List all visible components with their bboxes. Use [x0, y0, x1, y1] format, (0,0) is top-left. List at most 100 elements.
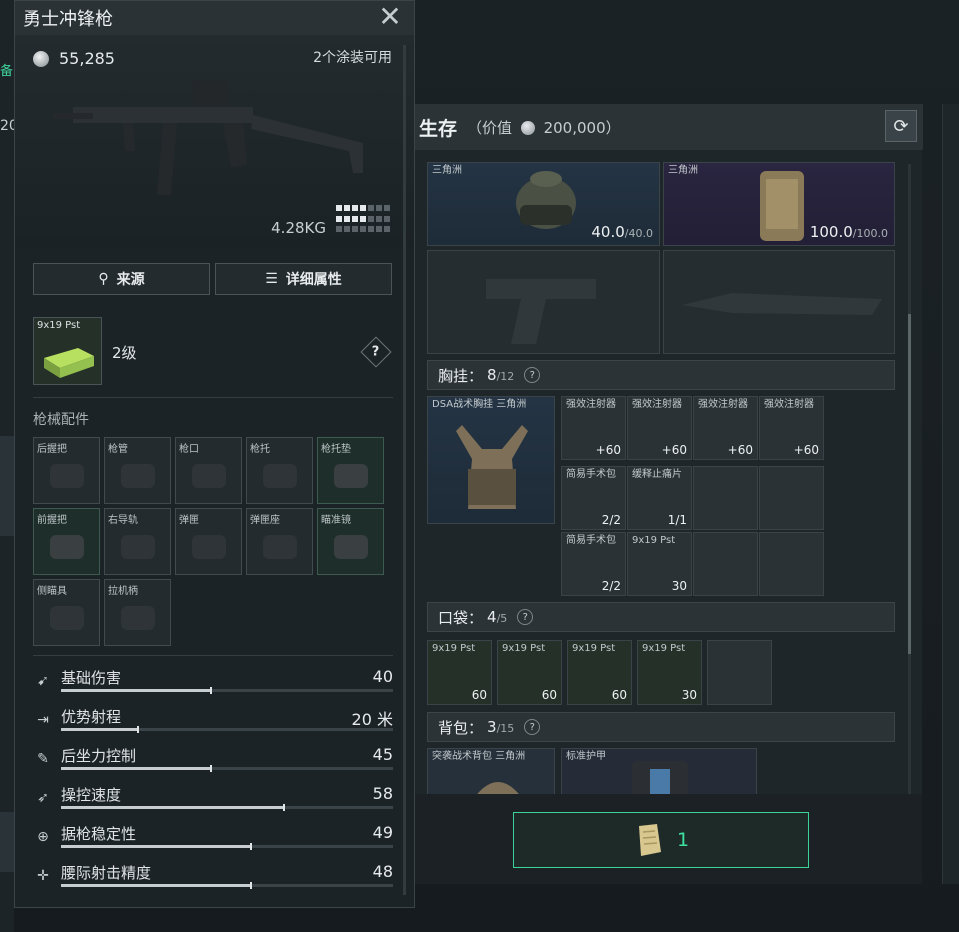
attachment-slot[interactable]: 弹匣 — [175, 508, 242, 575]
stat-name: 操控速度 — [61, 786, 122, 804]
item-label: 9x19 Pst — [632, 535, 676, 546]
item-label: 9x19 Pst — [502, 643, 546, 654]
help-icon: ? — [372, 344, 380, 360]
chest-rig-item[interactable]: 缓释止痛片 1/1 — [627, 466, 692, 530]
item-count: 2/2 — [601, 513, 621, 527]
attachment-slot[interactable]: 枪口 — [175, 437, 242, 504]
item-count: 2/2 — [601, 579, 621, 593]
help-button[interactable]: ? — [360, 336, 392, 368]
attributes-button[interactable]: ☰ 详细属性 — [215, 263, 392, 295]
stat-value: 58 — [372, 784, 393, 803]
skins-available[interactable]: 2个涂装可用 — [313, 47, 392, 67]
stat-bar-marker — [250, 843, 252, 850]
attachment-slot[interactable]: 枪托 — [246, 437, 313, 504]
ammo-slot[interactable]: 9x19 Pst — [33, 317, 102, 385]
chest-rig-item-label: DSA战术胸挂 三角洲 — [432, 399, 527, 410]
stat-bar — [61, 804, 393, 811]
stat-row: ✎ 后坐力控制 45 — [33, 745, 393, 777]
chest-rig-slot-empty[interactable] — [759, 466, 824, 530]
attachment-icon — [50, 535, 84, 559]
item-label: 强效注射器 — [632, 399, 682, 410]
backpack-count-value: 3 — [487, 718, 497, 736]
chest-rig-item[interactable]: 强效注射器 +60 — [693, 396, 758, 460]
item-label: 简易手术包 — [566, 469, 616, 480]
coin-icon — [33, 50, 49, 67]
chest-rig-item[interactable]: 强效注射器 +60 — [627, 396, 692, 460]
helmet-slot[interactable]: 三角洲 40.0/40.0 — [427, 162, 660, 246]
item-label: 9x19 Pst — [572, 643, 616, 654]
refresh-button[interactable]: ⟳ — [885, 110, 917, 142]
help-icon[interactable]: ? — [524, 719, 541, 735]
stability-icon: ⊕ — [37, 829, 49, 845]
pocket-slot-empty[interactable] — [707, 640, 772, 705]
coin-icon — [520, 120, 535, 135]
backpack-count: 3/15 — [487, 718, 514, 736]
chest-rig-slot-empty[interactable] — [693, 466, 758, 530]
item-label: 缓释止痛片 — [632, 469, 682, 480]
list-icon: ☰ — [265, 271, 278, 287]
pocket-item[interactable]: 9x19 Pst 60 — [497, 640, 562, 705]
item-count: 60 — [541, 688, 557, 702]
document-icon — [638, 824, 661, 856]
item-count: 60 — [471, 688, 487, 702]
attachment-slot[interactable]: 弹匣座 — [246, 508, 313, 575]
melee-slot[interactable] — [663, 250, 895, 354]
attachment-slot[interactable]: 瞄准镜 — [317, 508, 384, 575]
attachment-slot[interactable]: 前握把 — [33, 508, 100, 575]
backpack-count-max: /15 — [496, 722, 515, 735]
detail-scrollbar[interactable] — [403, 45, 406, 895]
stat-value: 49 — [372, 823, 393, 842]
item-count: 60 — [611, 688, 627, 702]
chest-rig-item[interactable]: 强效注射器 +60 — [561, 396, 626, 460]
pocket-item[interactable]: 9x19 Pst 30 — [637, 640, 702, 705]
divider — [33, 655, 393, 656]
pistol-slot[interactable] — [427, 250, 660, 354]
stat-bar-fill — [61, 728, 137, 731]
attachment-name: 前握把 — [37, 515, 67, 526]
weapon-price-value: 55,285 — [59, 49, 115, 68]
claim-button[interactable]: 1 — [513, 812, 809, 868]
chest-rig-slot-empty[interactable] — [693, 532, 758, 596]
chest-rig-slot[interactable]: DSA战术胸挂 三角洲 — [427, 396, 555, 524]
pocket-label: 口袋： — [438, 608, 484, 627]
pocket-item[interactable]: 9x19 Pst 60 — [427, 640, 492, 705]
help-icon[interactable]: ? — [524, 367, 541, 383]
chest-rig-item[interactable]: 简易手术包 2/2 — [561, 466, 626, 530]
chest-rig-slot-empty[interactable] — [759, 532, 824, 596]
helmet-icon — [516, 171, 576, 229]
attachment-slot[interactable]: 侧瞄具 — [33, 579, 100, 646]
close-icon: ✕ — [378, 0, 402, 33]
chest-rig-item[interactable]: 强效注射器 +60 — [759, 396, 824, 460]
armor-slot[interactable]: 三角洲 100.0/100.0 — [663, 162, 895, 246]
backpack-label: 背包： — [438, 718, 484, 737]
close-button[interactable]: ✕ — [376, 3, 404, 31]
attachment-slot[interactable]: 枪托垫 — [317, 437, 384, 504]
attachment-name: 弹匣 — [179, 515, 199, 526]
chest-rig-item[interactable]: 简易手术包 2/2 — [561, 532, 626, 596]
stat-bar-fill — [61, 767, 210, 770]
screen: 备 20 生存 （价值 200,000） ⟳ 三角洲 40.0/40.0 三角洲… — [0, 0, 959, 932]
attachment-slot[interactable]: 右导轨 — [104, 508, 171, 575]
range-icon: ⇥ — [37, 712, 49, 728]
ammo-box-icon — [44, 348, 94, 378]
stat-row: ➶ 操控速度 58 — [33, 784, 393, 816]
survival-scrollbar-thumb[interactable] — [908, 314, 911, 654]
item-label: 简易手术包 — [566, 535, 616, 546]
source-button[interactable]: ⚲ 来源 — [33, 263, 210, 295]
attachment-slot[interactable]: 枪管 — [104, 437, 171, 504]
background-item-slot — [0, 436, 14, 536]
stat-bar-marker — [137, 726, 139, 733]
adjacent-panel — [942, 104, 959, 884]
stat-bar-marker — [283, 804, 285, 811]
armor-icon — [760, 171, 804, 241]
attachment-icon — [263, 464, 297, 488]
chest-rig-item[interactable]: 9x19 Pst 30 — [627, 532, 692, 596]
weapon-price: 55,285 — [33, 49, 115, 68]
pocket-item[interactable]: 9x19 Pst 60 — [567, 640, 632, 705]
attachment-slot[interactable]: 后握把 — [33, 437, 100, 504]
pocket-bar: 口袋： 4/5 ? — [427, 602, 895, 632]
help-icon[interactable]: ? — [517, 609, 534, 625]
attachment-slot[interactable]: 拉机柄 — [104, 579, 171, 646]
attachment-name: 枪口 — [179, 444, 199, 455]
attachment-name: 拉机柄 — [108, 586, 138, 597]
